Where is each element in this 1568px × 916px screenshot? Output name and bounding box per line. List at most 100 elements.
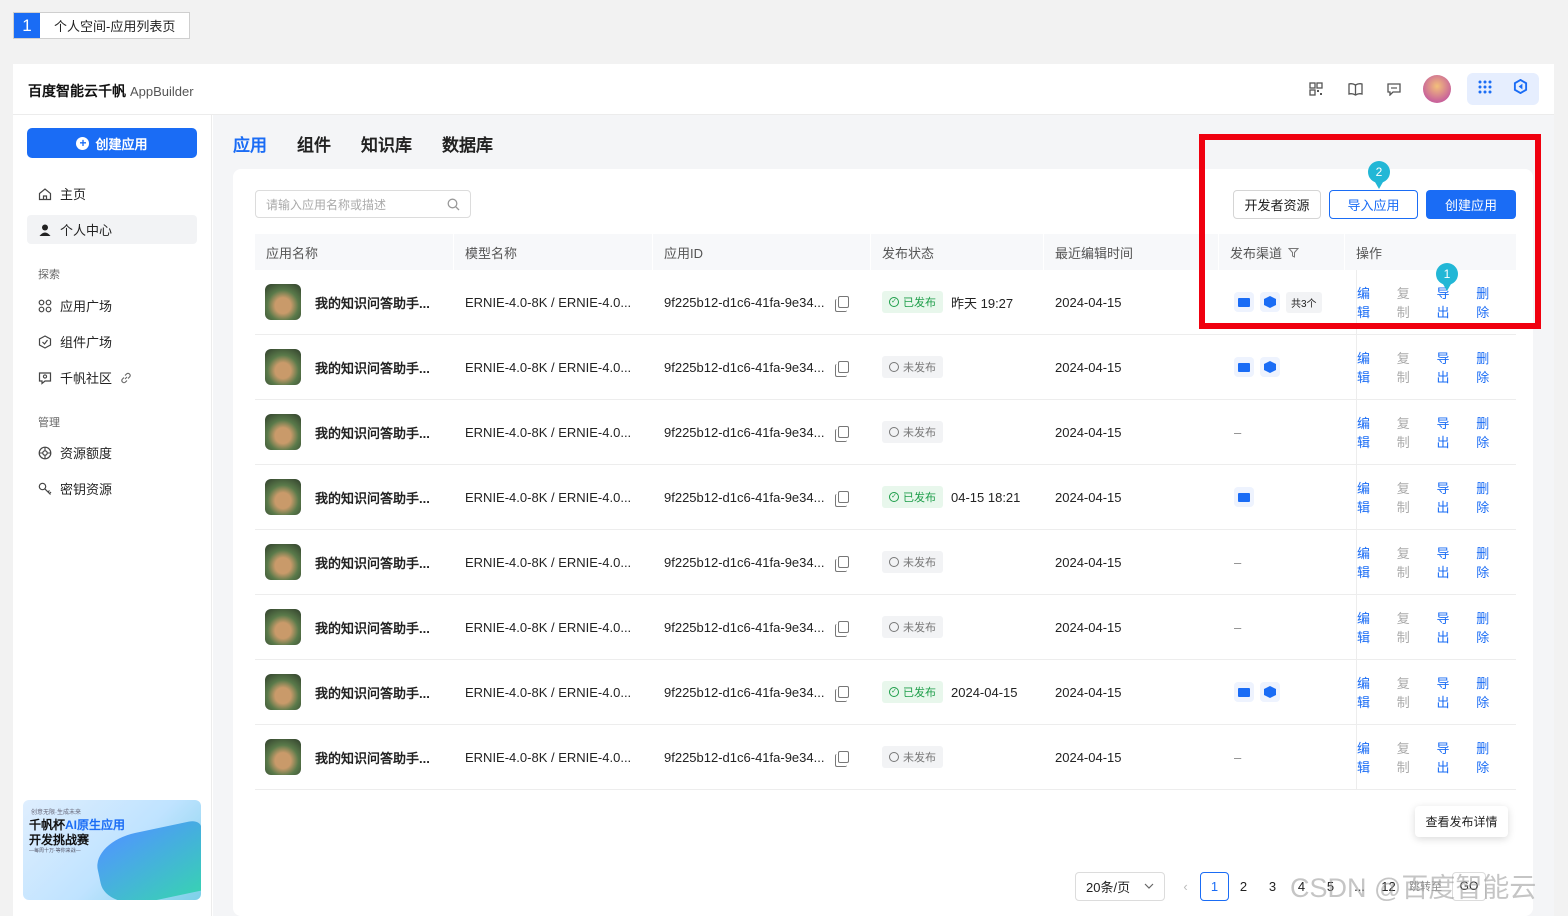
page-size-select[interactable]: 20条/页 [1075,871,1165,901]
tab-knowledge-base[interactable]: 知识库 [361,131,412,156]
app-name[interactable]: 我的知识问答助手... [315,423,430,442]
app-name[interactable]: 我的知识问答助手... [315,488,430,507]
copy-link[interactable]: 复制 [1397,543,1418,581]
edit-link[interactable]: 编辑 [1357,673,1378,711]
sidebar-item-component-square[interactable]: 组件广场 [27,327,197,356]
actions-cell: 编辑 复制 导出 删除 [1356,725,1516,789]
search-input[interactable]: 请输入应用名称或描述 [255,190,471,218]
monitor-channel-icon[interactable] [1234,682,1254,702]
export-link[interactable]: 导出 [1437,608,1458,646]
export-link[interactable]: 导出 [1437,673,1458,711]
table-row[interactable]: 我的知识问答助手... ERNIE-4.0-8K / ERNIE-4.0... 9f… [255,530,1516,595]
status-cell: ✓ 已发布 04-15 18:21 [882,465,1020,529]
sidebar-create-app-button[interactable]: + 创建应用 [27,128,197,158]
plus-icon: + [76,136,90,150]
page-tag-label: 个人空间-应用列表页 [54,19,176,34]
monitor-channel-icon[interactable] [1234,487,1254,507]
model-name: ERNIE-4.0-8K / ERNIE-4.0... [465,424,632,440]
book-icon[interactable] [1346,80,1364,98]
sidebar-item-keys[interactable]: 密钥资源 [27,474,197,503]
check-circle-icon: ✓ [889,297,899,307]
sidebar-item-quota[interactable]: 资源额度 [27,438,197,467]
app-name[interactable]: 我的知识问答助手... [315,358,430,377]
page-number[interactable]: 3 [1258,872,1287,901]
search-icon[interactable] [447,198,460,211]
copy-link[interactable]: 复制 [1397,478,1418,516]
copy-icon[interactable] [835,556,850,572]
qr-grid-icon[interactable] [1307,80,1325,98]
copy-icon[interactable] [835,296,850,312]
model-name: ERNIE-4.0-8K / ERNIE-4.0... [465,359,632,375]
delete-link[interactable]: 删除 [1476,673,1497,711]
edited-date: 2024-04-15 [1055,619,1122,635]
edit-link[interactable]: 编辑 [1357,608,1378,646]
copy-icon[interactable] [835,361,850,377]
promo-title-a: 千帆杯 [29,818,66,832]
delete-link[interactable]: 删除 [1476,413,1497,451]
edit-link[interactable]: 编辑 [1357,543,1378,581]
export-link[interactable]: 导出 [1437,348,1458,386]
copy-link[interactable]: 复制 [1397,673,1418,711]
app-name-cell: 我的知识问答助手... [255,725,454,789]
monitor-channel-icon[interactable] [1234,357,1254,377]
export-link[interactable]: 导出 [1437,543,1458,581]
edit-link[interactable]: 编辑 [1357,413,1378,451]
brand-logo[interactable]: 百度智能云千帆 AppBuilder [28,81,194,101]
copy-link[interactable]: 复制 [1397,608,1418,646]
hexagon-channel-icon[interactable] [1260,682,1280,702]
table-row[interactable]: 我的知识问答助手... ERNIE-4.0-8K / ERNIE-4.0... 9f… [255,335,1516,400]
avatar[interactable] [1423,75,1451,103]
table-row[interactable]: 我的知识问答助手... ERNIE-4.0-8K / ERNIE-4.0... 9f… [255,660,1516,725]
app-name[interactable]: 我的知识问答助手... [315,748,430,767]
sidebar-item-community[interactable]: 千帆社区 [27,363,197,392]
delete-link[interactable]: 删除 [1476,608,1497,646]
export-link[interactable]: 导出 [1437,478,1458,516]
table-row[interactable]: 我的知识问答助手... ERNIE-4.0-8K / ERNIE-4.0... 9f… [255,595,1516,660]
app-name[interactable]: 我的知识问答助手... [315,553,430,572]
clock-icon [889,622,899,632]
export-link[interactable]: 导出 [1437,738,1458,776]
qianfan-logo-icon[interactable] [1513,78,1528,99]
copy-link[interactable]: 复制 [1397,413,1418,451]
app-thumbnail [265,284,301,320]
tab-bar: 应用 组件 知识库 数据库 [233,131,493,156]
tab-components[interactable]: 组件 [297,131,331,156]
edit-link[interactable]: 编辑 [1357,738,1378,776]
page-number[interactable]: 1 [1200,871,1229,901]
sidebar-item-app-square[interactable]: 应用广场 [27,291,197,320]
app-name[interactable]: 我的知识问答助手... [315,683,430,702]
page-number[interactable]: 2 [1229,872,1258,901]
tab-database[interactable]: 数据库 [442,131,493,156]
status-text: 已发布 [903,687,936,699]
hexagon-channel-icon[interactable] [1260,357,1280,377]
app-name[interactable]: 我的知识问答助手... [315,618,430,637]
copy-link[interactable]: 复制 [1397,738,1418,776]
app-name[interactable]: 我的知识问答助手... [315,293,430,312]
status-text: 未发布 [903,557,936,569]
edit-link[interactable]: 编辑 [1357,348,1378,386]
sidebar-item-personal-center[interactable]: 个人中心 [27,215,197,244]
edit-link[interactable]: 编辑 [1357,478,1378,516]
copy-icon[interactable] [835,491,850,507]
sidebar-item-label: 主页 [60,187,87,202]
sidebar-item-home[interactable]: 主页 [27,179,197,208]
tab-apps[interactable]: 应用 [233,131,267,156]
copy-icon[interactable] [835,426,850,442]
feedback-icon[interactable] [1385,80,1403,98]
copy-link[interactable]: 复制 [1397,348,1418,386]
copy-icon[interactable] [835,686,850,702]
copy-icon[interactable] [835,621,850,637]
promo-banner[interactable]: 创意无限·生成未来 千帆杯AI原生应用 开发挑战赛 —每周十万·等你来战— [23,800,201,900]
table-row[interactable]: 我的知识问答助手... ERNIE-4.0-8K / ERNIE-4.0... 9f… [255,465,1516,530]
delete-link[interactable]: 删除 [1476,348,1497,386]
page-tag: 1 个人空间-应用列表页 [13,12,191,39]
delete-link[interactable]: 删除 [1476,738,1497,776]
apps-grid-icon[interactable] [1478,80,1492,99]
delete-link[interactable]: 删除 [1476,478,1497,516]
export-link[interactable]: 导出 [1437,413,1458,451]
copy-icon[interactable] [835,751,850,767]
prev-page-icon[interactable]: ‹ [1171,872,1200,901]
table-row[interactable]: 我的知识问答助手... ERNIE-4.0-8K / ERNIE-4.0... 9f… [255,400,1516,465]
table-row[interactable]: 我的知识问答助手... ERNIE-4.0-8K / ERNIE-4.0... 9f… [255,725,1516,790]
delete-link[interactable]: 删除 [1476,543,1497,581]
